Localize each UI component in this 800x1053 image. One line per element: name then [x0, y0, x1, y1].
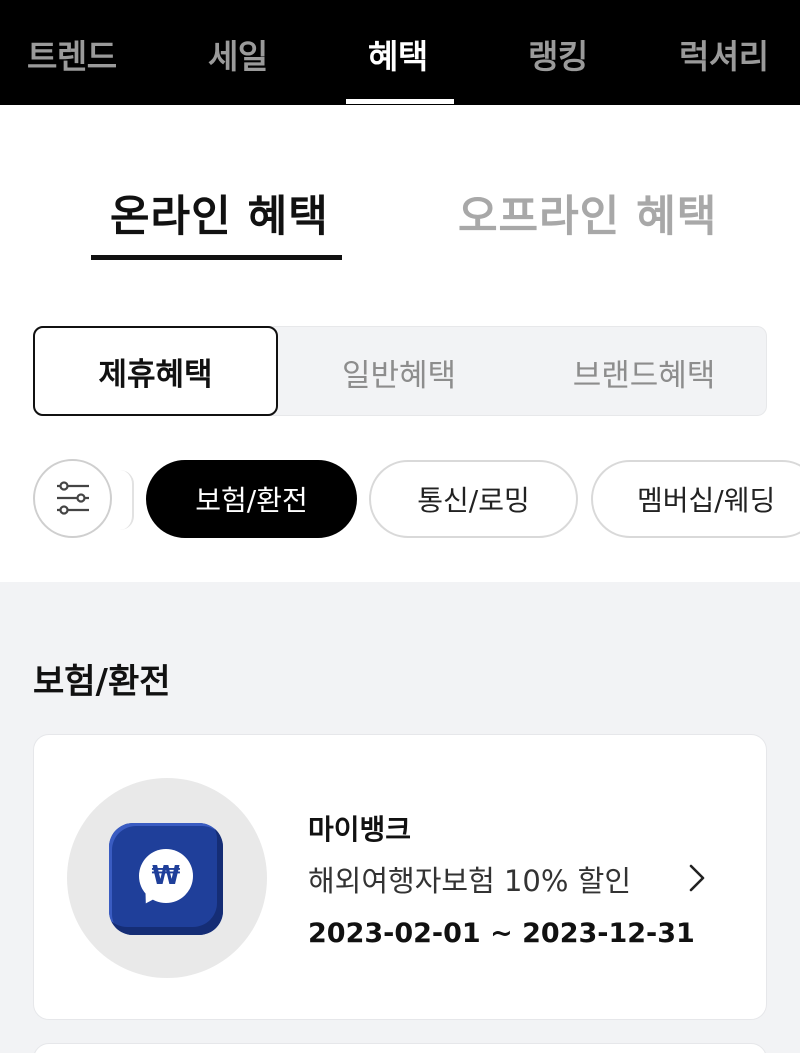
filter-button[interactable] — [33, 459, 112, 538]
nav-tab-ranking[interactable]: 랭킹 — [528, 30, 588, 78]
section-title: 보험/환전 — [33, 662, 171, 702]
won-symbol: ₩ — [139, 849, 193, 903]
nav-tab-benefits[interactable]: 혜택 — [368, 30, 428, 78]
tab-offline-benefits[interactable]: 오프라인 혜택 — [458, 182, 717, 244]
partner-logo: ₩ — [67, 778, 267, 978]
won-chat-bubble-icon: ₩ — [109, 823, 223, 935]
nav-active-indicator — [346, 99, 454, 104]
top-nav-bar: 트렌드 세일 혜택 랭킹 럭셔리 — [0, 0, 800, 105]
benefit-period: 2023-02-01 ~ 2023-12-31 — [308, 918, 695, 949]
benefit-card[interactable]: ₩ 마이뱅크 해외여행자보험 10% 할인 2023-02-01 ~ 2023-… — [33, 734, 767, 1020]
tab-online-benefits[interactable]: 온라인 혜택 — [110, 182, 329, 244]
chip-divider — [120, 470, 134, 530]
nav-tab-trend[interactable]: 트렌드 — [27, 30, 117, 78]
segment-partner-benefits[interactable]: 제휴혜택 — [33, 326, 278, 416]
chip-insurance-exchange[interactable]: 보험/환전 — [146, 460, 357, 538]
benefit-description: 해외여행자보험 10% 할인 — [308, 864, 632, 898]
sliders-icon — [57, 481, 89, 515]
nav-tab-sale[interactable]: 세일 — [208, 30, 268, 78]
benefit-card-partial[interactable] — [33, 1043, 767, 1053]
partner-name: 마이뱅크 — [308, 813, 412, 846]
nav-tab-luxury[interactable]: 럭셔리 — [679, 30, 769, 78]
benefit-list-section: 보험/환전 ₩ 마이뱅크 해외여행자보험 10% 할인 2023-02-01 ~… — [0, 582, 800, 1053]
chip-membership-wedding[interactable]: 멤버십/웨딩 — [591, 460, 800, 538]
segment-general-benefits[interactable]: 일반혜택 — [314, 327, 484, 417]
chip-telecom-roaming[interactable]: 통신/로밍 — [369, 460, 578, 538]
chevron-right-icon[interactable] — [682, 863, 712, 893]
mode-tab-indicator — [91, 255, 342, 260]
segment-brand-benefits[interactable]: 브랜드혜택 — [554, 327, 734, 417]
benefit-type-segmented-control: 제휴혜택 일반혜택 브랜드혜택 — [33, 326, 767, 416]
